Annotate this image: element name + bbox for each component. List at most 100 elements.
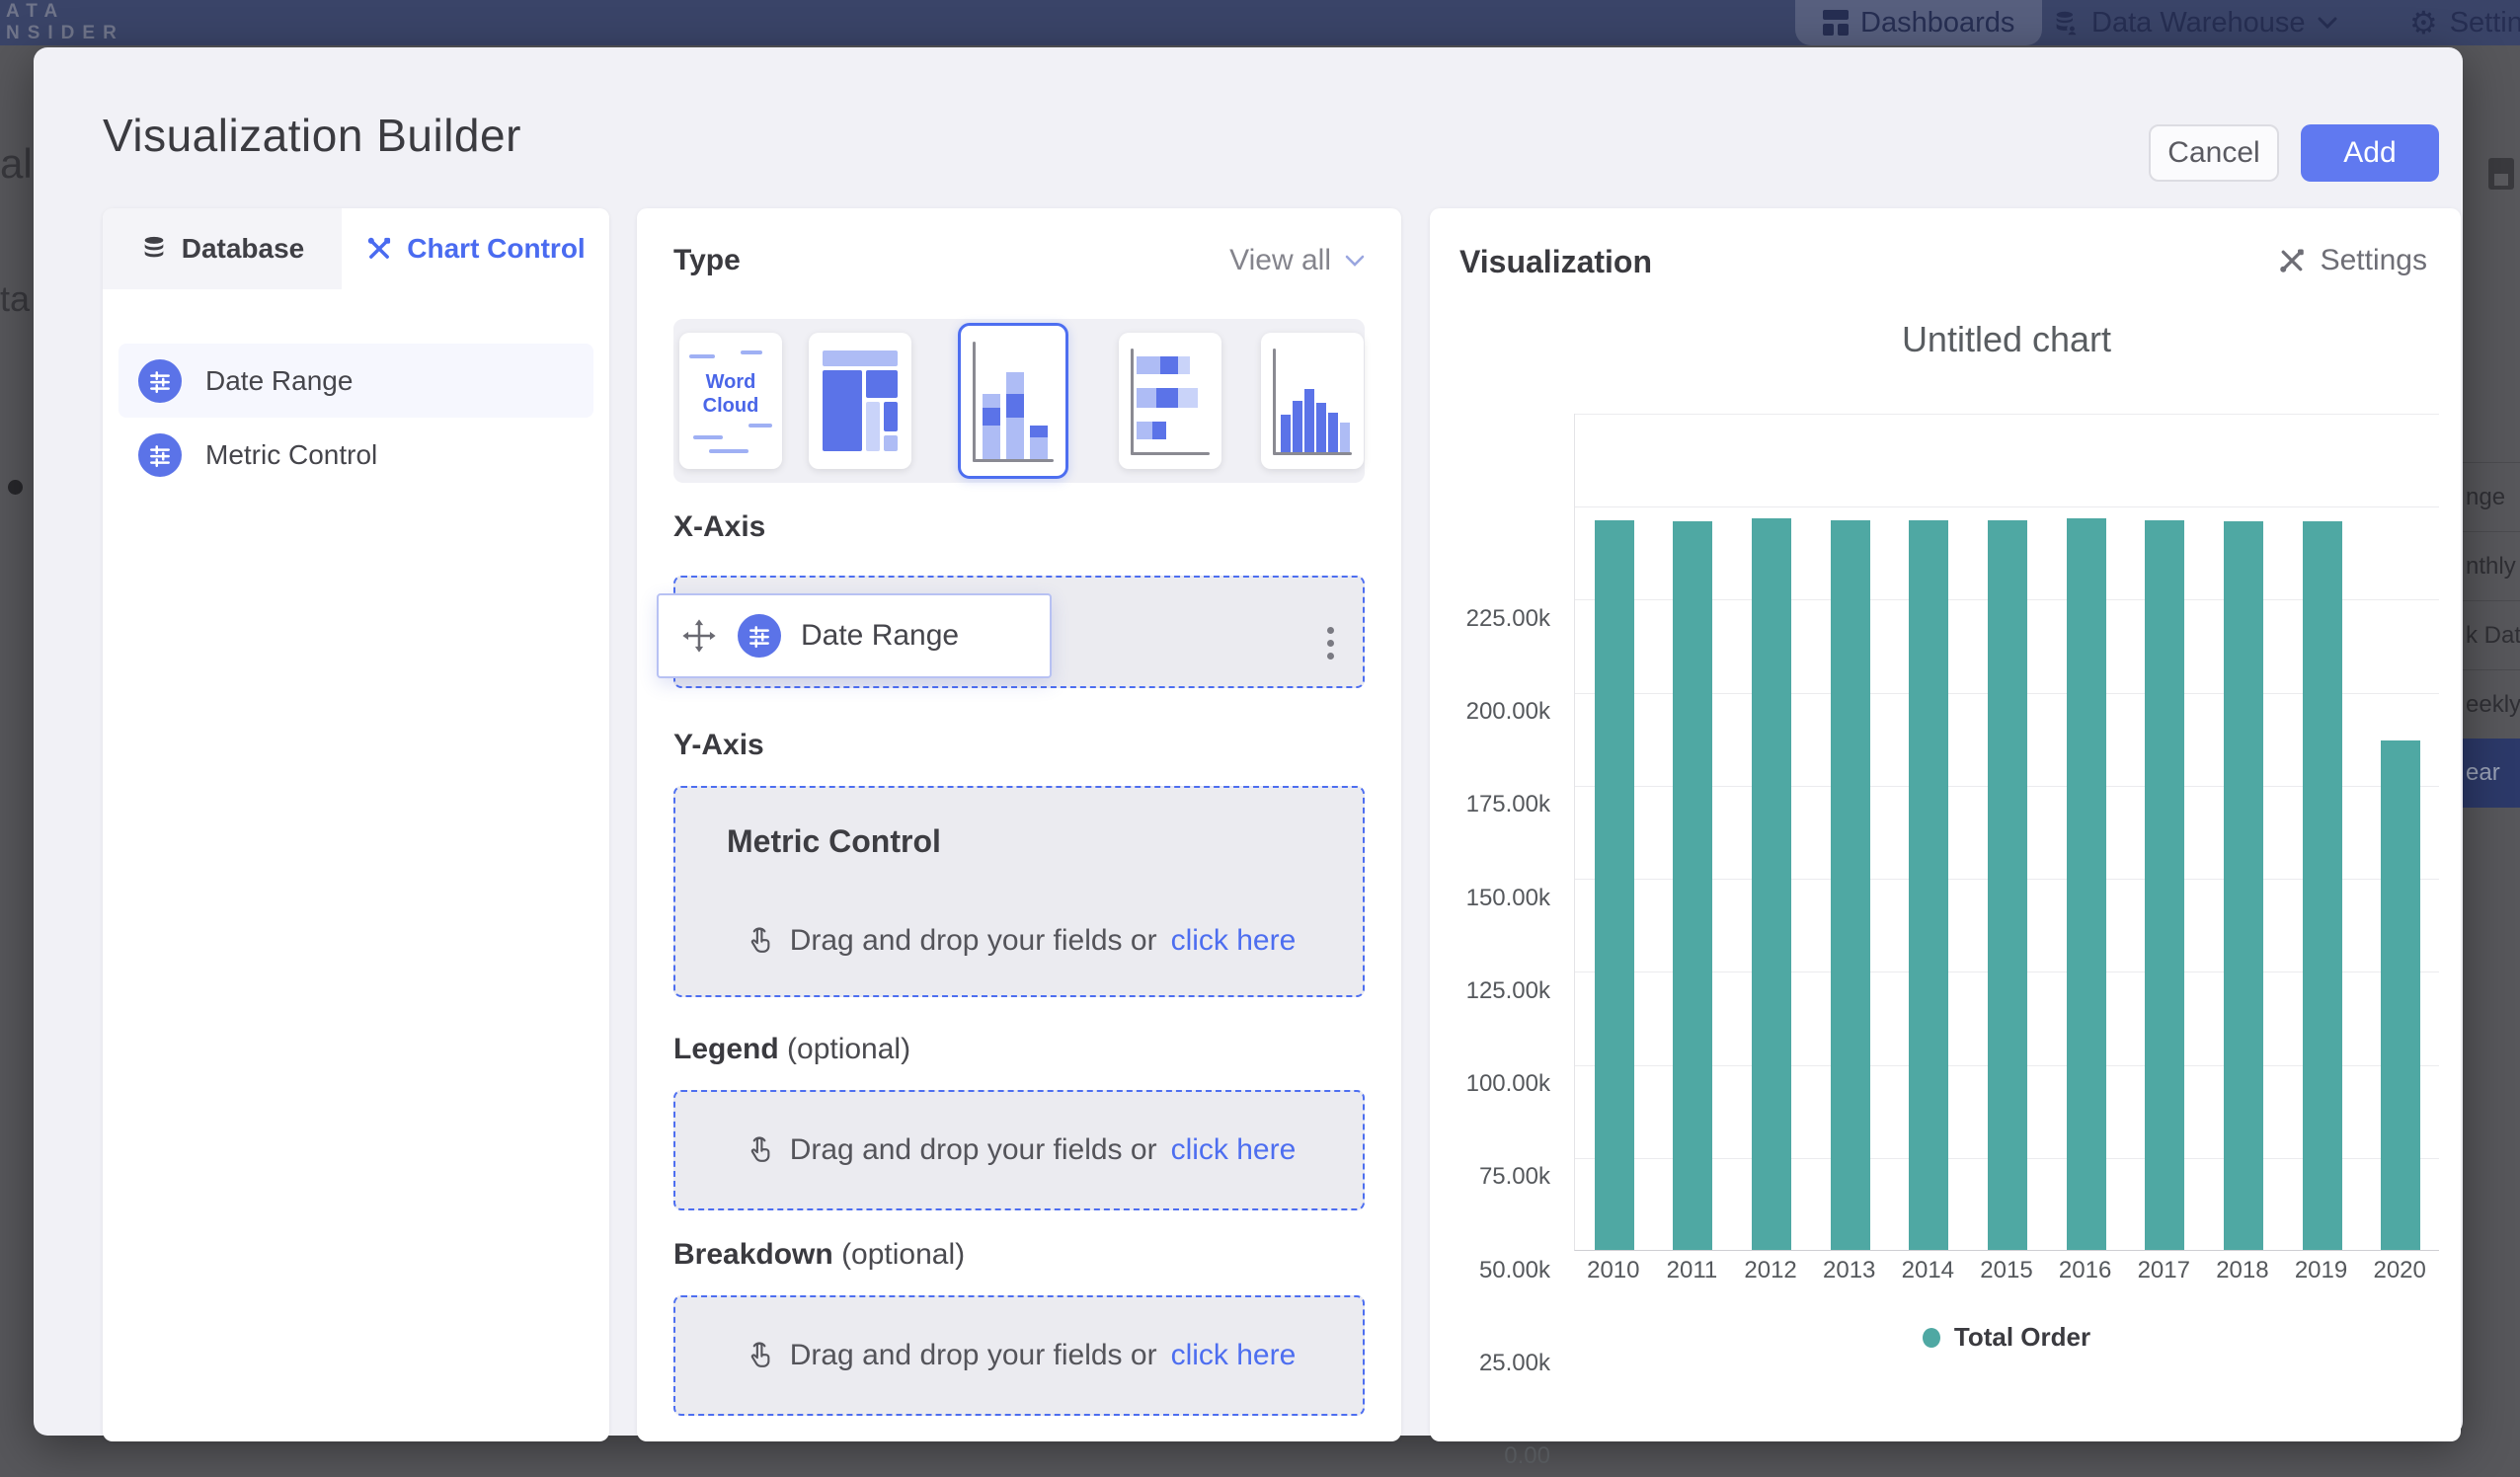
x-axis-section-title: X-Axis bbox=[673, 510, 765, 544]
legend-section-title: Legend (optional) bbox=[673, 1033, 910, 1066]
date-range-chip-dragging[interactable]: Date Range bbox=[657, 593, 1052, 678]
stack-seg bbox=[1030, 437, 1048, 459]
stack-seg bbox=[1178, 356, 1190, 374]
col-bar bbox=[1328, 413, 1338, 452]
menu-option-fragment[interactable]: k Date bbox=[2463, 600, 2520, 669]
chevron-down-icon bbox=[1345, 255, 1365, 267]
click-here-link[interactable]: click here bbox=[1171, 1339, 1297, 1372]
menu-option-fragment[interactable]: eekly bbox=[2463, 669, 2520, 738]
settings-button[interactable]: Settings bbox=[2277, 244, 2427, 277]
chart-title: Untitled chart bbox=[1574, 319, 2439, 360]
x-tick-label: 2011 bbox=[1653, 1257, 1732, 1284]
stack-seg bbox=[1178, 388, 1198, 408]
visualization-builder-modal: Visualization Builder Cancel Add Databas… bbox=[34, 47, 2463, 1436]
breakdown-optional-suffix: (optional) bbox=[841, 1238, 965, 1271]
legend-dropzone[interactable]: Drag and drop your fields or click here bbox=[673, 1090, 1365, 1210]
x-axis-labels: 2010201120122013201420152016201720182019… bbox=[1574, 1257, 2439, 1292]
stack-seg bbox=[1137, 422, 1152, 439]
view-all-dropdown[interactable]: View all bbox=[1229, 244, 1365, 277]
y-tick-label: 125.00k bbox=[1432, 977, 1550, 1005]
x-tick-label: 2013 bbox=[1810, 1257, 1889, 1284]
add-button[interactable]: Add bbox=[2301, 124, 2439, 182]
tune-icon bbox=[138, 359, 182, 403]
chart-bar bbox=[2303, 521, 2342, 1250]
visualization-panel: Visualization Settings Untitled chart 0.… bbox=[1430, 208, 2461, 1441]
bg-bullet-fragment bbox=[8, 480, 23, 495]
stack-seg bbox=[1006, 394, 1024, 418]
stack-seg bbox=[1030, 426, 1048, 437]
tab-database[interactable]: Database bbox=[103, 208, 342, 289]
chart-bar bbox=[1831, 520, 1870, 1250]
chart-type-treemap[interactable] bbox=[809, 333, 911, 469]
tab-chart-control-label: Chart Control bbox=[407, 233, 585, 265]
word-cloud-word bbox=[689, 354, 715, 358]
menu-option-fragment-selected[interactable]: ear bbox=[2463, 738, 2520, 808]
nav-label-data-warehouse: Data Warehouse bbox=[2091, 7, 2306, 39]
thumb-axis bbox=[973, 342, 976, 462]
y-tick-label: 50.00k bbox=[1432, 1257, 1550, 1284]
tap-hand-icon bbox=[743, 1339, 776, 1372]
screen-root: ATA NSIDER Dashboards bbox=[0, 0, 2520, 1477]
chart-bar bbox=[1673, 521, 1712, 1250]
field-item-label: Date Range bbox=[205, 365, 353, 397]
word-cloud-word bbox=[693, 435, 723, 439]
chart-bar bbox=[1988, 520, 2027, 1250]
modal-title: Visualization Builder bbox=[103, 109, 521, 162]
thumb-axis bbox=[1131, 452, 1210, 455]
breakdown-dropzone[interactable]: Drag and drop your fields or click here bbox=[673, 1295, 1365, 1416]
y-tick-label: 225.00k bbox=[1432, 605, 1550, 633]
y-tick-label: 100.00k bbox=[1432, 1070, 1550, 1098]
chart-bar bbox=[1595, 520, 1634, 1250]
legend-label: Legend bbox=[673, 1033, 779, 1065]
chart-type-word-cloud[interactable]: Word Cloud bbox=[679, 333, 782, 469]
field-item-date-range[interactable]: Date Range bbox=[118, 344, 593, 418]
nav-item-data-warehouse[interactable]: Data Warehouse bbox=[2052, 0, 2337, 45]
col-bar bbox=[1304, 389, 1314, 452]
chart-type-column[interactable] bbox=[1261, 333, 1364, 469]
word-cloud-word bbox=[709, 449, 748, 453]
chart-type-stacked-bar[interactable] bbox=[1119, 333, 1221, 469]
field-item-label: Metric Control bbox=[205, 439, 377, 471]
stack-seg bbox=[983, 426, 1000, 459]
treemap-block bbox=[866, 370, 898, 398]
word-cloud-word bbox=[741, 350, 762, 354]
treemap-block bbox=[866, 402, 880, 451]
menu-option-fragment[interactable]: nthly bbox=[2463, 531, 2520, 600]
col-bar bbox=[1340, 423, 1350, 452]
fields-panel: Database Chart Control bbox=[103, 208, 609, 1441]
thumb-axis bbox=[1273, 452, 1352, 455]
cancel-button[interactable]: Cancel bbox=[2149, 124, 2279, 182]
logo-line-1: ATA bbox=[6, 1, 124, 23]
chart-plot-area bbox=[1574, 414, 2439, 1251]
nav-item-settings[interactable]: ⚙ Settin bbox=[2409, 0, 2520, 45]
click-here-link[interactable]: click here bbox=[1171, 1133, 1297, 1167]
gridline bbox=[1575, 414, 2439, 415]
col-bar bbox=[1281, 415, 1291, 452]
click-here-link[interactable]: click here bbox=[1171, 924, 1297, 958]
stack-seg bbox=[983, 408, 1000, 426]
kebab-menu-icon[interactable] bbox=[1327, 621, 1335, 665]
settings-label: Settings bbox=[2321, 244, 2427, 277]
y-axis-section-title: Y-Axis bbox=[673, 729, 764, 762]
gear-icon: ⚙ bbox=[2409, 4, 2438, 41]
bg-dropdown-fragments: nge nthly k Date eekly ear bbox=[2463, 456, 2520, 851]
save-icon bbox=[2488, 158, 2514, 190]
menu-option-fragment[interactable]: nge bbox=[2463, 462, 2520, 531]
dropzone-text: Drag and drop your fields or bbox=[790, 1339, 1157, 1372]
nav-item-dashboards[interactable]: Dashboards bbox=[1795, 0, 2042, 45]
field-item-metric-control[interactable]: Metric Control bbox=[118, 418, 593, 492]
chart-bar bbox=[1909, 520, 1948, 1250]
chart-type-stacked-column-selected[interactable] bbox=[958, 323, 1068, 479]
x-tick-label: 2012 bbox=[1731, 1257, 1810, 1284]
builder-panel: Type View all Word Cloud bbox=[637, 208, 1401, 1441]
dropzone-text: Drag and drop your fields or bbox=[790, 1133, 1157, 1167]
y-axis-dropzone[interactable]: Metric Control Drag and drop your fields… bbox=[673, 786, 1365, 997]
col-bar bbox=[1293, 401, 1302, 452]
visualization-header: Visualization bbox=[1459, 244, 1652, 280]
tab-chart-control[interactable]: Chart Control bbox=[342, 208, 609, 289]
y-tick-label: 75.00k bbox=[1432, 1163, 1550, 1191]
tools-icon bbox=[2277, 246, 2307, 275]
dashboards-grid-icon bbox=[1823, 10, 1849, 36]
tap-hand-icon bbox=[743, 924, 776, 958]
stack-seg bbox=[1006, 372, 1024, 394]
